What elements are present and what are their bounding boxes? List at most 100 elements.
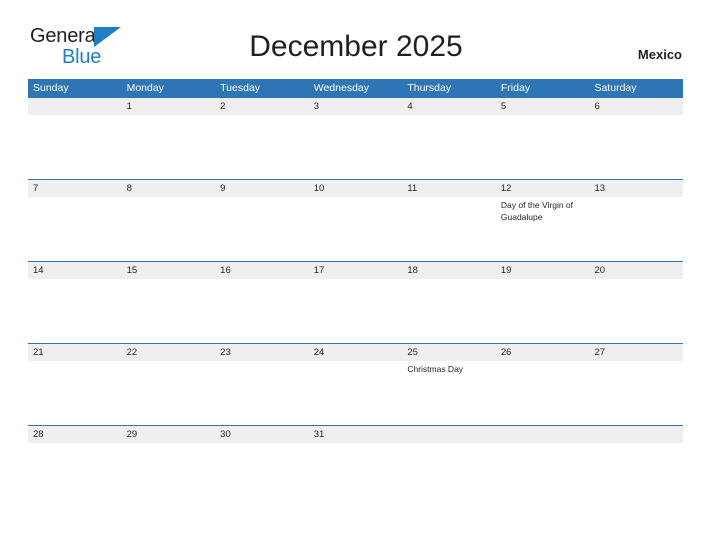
- day-number[interactable]: 24: [309, 344, 403, 361]
- day-cell[interactable]: [28, 361, 122, 425]
- page-title: December 2025: [249, 30, 463, 63]
- day-cell[interactable]: [122, 115, 216, 179]
- calendar-grid: Sunday Monday Tuesday Wednesday Thursday…: [28, 79, 683, 459]
- week-date-numbers: 28 29 30 31: [28, 425, 683, 443]
- day-cell[interactable]: [309, 279, 403, 343]
- day-number[interactable]: 15: [122, 262, 216, 279]
- day-cell[interactable]: [309, 115, 403, 179]
- day-cell[interactable]: [215, 115, 309, 179]
- calendar-week-row: 14 15 16 17 18 19 20: [28, 261, 683, 343]
- day-cell[interactable]: [589, 443, 683, 459]
- day-number[interactable]: 23: [215, 344, 309, 361]
- calendar-week-row: 1 2 3 4 5 6: [28, 97, 683, 179]
- day-cell[interactable]: [28, 279, 122, 343]
- calendar-week-row: 21 22 23 24 25 26 27 Christmas Day: [28, 343, 683, 425]
- day-number[interactable]: 26: [496, 344, 590, 361]
- day-cell[interactable]: [28, 197, 122, 261]
- calendar-week-row: 7 8 9 10 11 12 13 Day of the Virgin of G…: [28, 179, 683, 261]
- day-cell[interactable]: [215, 443, 309, 459]
- day-cell[interactable]: [496, 443, 590, 459]
- calendar-page: General Blue December 2025 Mexico Sunday…: [0, 0, 712, 550]
- day-cell[interactable]: [402, 443, 496, 459]
- dow-friday: Friday: [500, 82, 531, 94]
- day-cell[interactable]: [589, 361, 683, 425]
- day-number[interactable]: 22: [122, 344, 216, 361]
- day-number[interactable]: 2: [215, 98, 309, 115]
- day-number[interactable]: 5: [496, 98, 590, 115]
- day-number[interactable]: 10: [309, 180, 403, 197]
- dow-monday: Monday: [126, 82, 164, 94]
- day-number[interactable]: 31: [309, 426, 403, 443]
- day-number[interactable]: 27: [589, 344, 683, 361]
- day-cell[interactable]: [496, 279, 590, 343]
- day-number[interactable]: 8: [122, 180, 216, 197]
- day-number[interactable]: [589, 426, 683, 443]
- day-number[interactable]: 14: [28, 262, 122, 279]
- week-event-cells: [28, 115, 683, 179]
- week-event-cells: [28, 279, 683, 343]
- day-of-week-header-row: Sunday Monday Tuesday Wednesday Thursday…: [28, 79, 683, 97]
- dow-saturday: Saturday: [594, 82, 637, 94]
- day-cell[interactable]: [215, 279, 309, 343]
- day-number[interactable]: 12: [496, 180, 590, 197]
- day-cell[interactable]: [589, 279, 683, 343]
- day-number[interactable]: [496, 426, 590, 443]
- day-cell[interactable]: [122, 443, 216, 459]
- day-cell-holiday[interactable]: Christmas Day: [402, 361, 496, 425]
- day-number[interactable]: 29: [122, 426, 216, 443]
- event-text: Day of the Virgin of Guadalupe: [500, 200, 574, 222]
- day-number[interactable]: 28: [28, 426, 122, 443]
- day-cell[interactable]: [309, 361, 403, 425]
- day-number[interactable]: 3: [309, 98, 403, 115]
- day-cell[interactable]: [402, 197, 496, 261]
- dow-tuesday: Tuesday: [220, 82, 261, 94]
- day-cell[interactable]: [496, 361, 590, 425]
- week-date-numbers: 21 22 23 24 25 26 27: [28, 343, 683, 361]
- day-number[interactable]: 6: [589, 98, 683, 115]
- day-number[interactable]: 17: [309, 262, 403, 279]
- day-number[interactable]: 4: [402, 98, 496, 115]
- dow-wednesday: Wednesday: [313, 82, 369, 94]
- day-number[interactable]: 19: [496, 262, 590, 279]
- day-cell[interactable]: [122, 197, 216, 261]
- week-date-numbers: 7 8 9 10 11 12 13: [28, 179, 683, 197]
- day-cell[interactable]: [28, 115, 122, 179]
- day-number[interactable]: 9: [215, 180, 309, 197]
- day-number[interactable]: 30: [215, 426, 309, 443]
- day-cell[interactable]: [122, 279, 216, 343]
- day-number[interactable]: 7: [28, 180, 122, 197]
- week-event-cells: [28, 443, 683, 459]
- day-number[interactable]: [402, 426, 496, 443]
- day-number[interactable]: 11: [402, 180, 496, 197]
- day-number[interactable]: 21: [28, 344, 122, 361]
- day-cell[interactable]: [402, 279, 496, 343]
- day-cell[interactable]: [589, 197, 683, 261]
- dow-thursday: Thursday: [407, 82, 452, 94]
- day-cell[interactable]: [122, 361, 216, 425]
- day-cell[interactable]: [215, 361, 309, 425]
- day-number[interactable]: 1: [122, 98, 216, 115]
- dow-sunday: Sunday: [33, 82, 69, 94]
- day-number[interactable]: 25: [402, 344, 496, 361]
- day-cell[interactable]: [215, 197, 309, 261]
- day-number[interactable]: 16: [215, 262, 309, 279]
- day-number[interactable]: 18: [402, 262, 496, 279]
- week-event-cells: Day of the Virgin of Guadalupe: [28, 197, 683, 261]
- week-event-cells: Christmas Day: [28, 361, 683, 425]
- day-cell[interactable]: [28, 443, 122, 459]
- day-number[interactable]: [28, 98, 122, 115]
- week-date-numbers: 1 2 3 4 5 6: [28, 97, 683, 115]
- calendar-week-row: 28 29 30 31: [28, 425, 683, 459]
- day-cell-holiday[interactable]: Day of the Virgin of Guadalupe: [496, 197, 590, 261]
- event-text: Christmas Day: [407, 364, 464, 374]
- country-label: Mexico: [637, 47, 682, 62]
- day-number[interactable]: 13: [589, 180, 683, 197]
- day-number[interactable]: 20: [589, 262, 683, 279]
- week-date-numbers: 14 15 16 17 18 19 20: [28, 261, 683, 279]
- day-cell[interactable]: [402, 115, 496, 179]
- day-cell[interactable]: [496, 115, 590, 179]
- day-cell[interactable]: [309, 443, 403, 459]
- page-header: General Blue December 2025 Mexico: [0, 0, 712, 67]
- day-cell[interactable]: [309, 197, 403, 261]
- day-cell[interactable]: [589, 115, 683, 179]
